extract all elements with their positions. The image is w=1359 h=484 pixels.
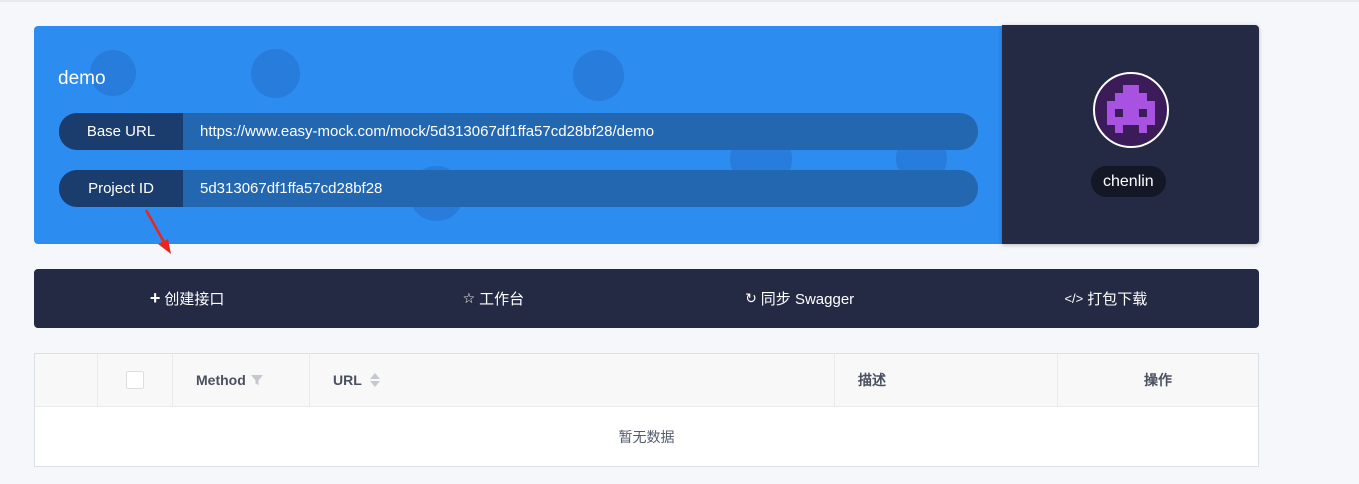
desc-header-label: 描述	[858, 372, 886, 388]
username-badge[interactable]: chenlin	[1091, 166, 1166, 197]
action-column-header: 操作	[1058, 354, 1258, 406]
url-column-header: URL	[310, 354, 835, 406]
sync-swagger-label: 同步 Swagger	[760, 291, 855, 308]
pixel-avatar-icon	[1107, 85, 1155, 133]
filter-icon[interactable]	[250, 373, 264, 387]
code-icon: </>	[1064, 291, 1084, 306]
expand-column-header	[35, 354, 98, 406]
sort-icon[interactable]	[369, 372, 381, 388]
url-header-label: URL	[333, 372, 362, 388]
sync-swagger-button[interactable]: ↻ 同步 Swagger	[647, 269, 953, 328]
desc-column-header: 描述	[835, 354, 1058, 406]
star-icon: ☆	[462, 290, 476, 306]
method-header-label: Method	[196, 372, 246, 388]
action-header-label: 操作	[1144, 372, 1172, 388]
annotation-arrow-icon	[144, 209, 171, 254]
avatar[interactable]	[1093, 72, 1169, 148]
create-api-button[interactable]: + 创建接口	[34, 269, 340, 328]
plus-icon: +	[149, 288, 161, 308]
select-column-header	[98, 354, 173, 406]
project-id-label: Project ID	[59, 170, 183, 207]
refresh-icon: ↻	[745, 290, 757, 306]
base-url-row: Base URL https://www.easy-mock.com/mock/…	[59, 113, 978, 150]
project-info-card: demo Base URL https://www.easy-mock.com/…	[34, 26, 1004, 244]
select-all-checkbox[interactable]	[126, 371, 144, 389]
download-package-button[interactable]: </> 打包下载	[953, 269, 1259, 328]
decor-bubble	[251, 49, 300, 98]
workbench-button[interactable]: ☆ 工作台	[340, 269, 646, 328]
project-name: demo	[58, 68, 106, 89]
project-id-value[interactable]: 5d313067df1ffa57cd28bf28	[183, 180, 382, 197]
project-id-row: Project ID 5d313067df1ffa57cd28bf28	[59, 170, 978, 207]
download-package-label: 打包下载	[1087, 291, 1148, 308]
base-url-label: Base URL	[59, 113, 183, 150]
empty-state: 暂无数据	[618, 428, 675, 445]
decor-bubble	[573, 50, 624, 101]
top-divider	[0, 0, 1359, 2]
method-column-header: Method	[173, 354, 310, 406]
create-api-label: 创建接口	[164, 291, 225, 308]
api-table: Method URL 描述 操作 暂无数据	[34, 353, 1259, 467]
user-card: chenlin	[1002, 25, 1259, 244]
workbench-label: 工作台	[479, 291, 525, 308]
table-header: Method URL 描述 操作	[35, 354, 1258, 407]
action-toolbar: + 创建接口 ☆ 工作台 ↻ 同步 Swagger </> 打包下载	[34, 269, 1259, 328]
base-url-value[interactable]: https://www.easy-mock.com/mock/5d313067d…	[183, 123, 654, 140]
